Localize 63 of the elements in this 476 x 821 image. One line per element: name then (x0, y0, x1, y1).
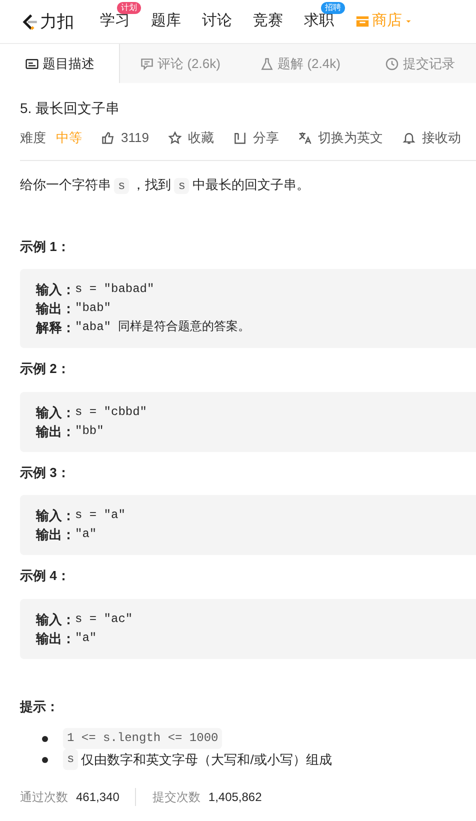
stat-value: 461,340 (76, 789, 120, 806)
stat-label: 通过次数 (20, 789, 68, 806)
example-label: 输出： (36, 422, 75, 440)
example-label: 输入： (36, 610, 75, 628)
store-icon (355, 14, 370, 29)
inline-code: s (174, 178, 190, 194)
logo-text[interactable]: 力扣 (40, 8, 74, 34)
comment-icon (140, 56, 154, 70)
description-text: ，找到 (132, 176, 172, 192)
logo-icon (20, 12, 38, 30)
action-button[interactable]: 分享 (232, 128, 279, 148)
tips-heading: 提示： (20, 698, 60, 716)
description-text: 仅由数字和英文字母（大写和/或小写）组成 (81, 751, 332, 769)
example-label: 输出： (36, 526, 75, 544)
example-value: "bab" (75, 300, 112, 317)
example-value: "aba" 同样是符合题意的答案。 (75, 318, 250, 336)
tab[interactable]: 题目描述 (0, 44, 120, 83)
description-text: 给你一个字符串 (20, 176, 111, 192)
example-label: 输出： (36, 300, 75, 318)
example-value: s = "cbbd" (75, 404, 148, 420)
example-value: s = "ac" (75, 610, 133, 628)
stat-label: 提交次数 (152, 789, 200, 806)
example-heading: 示例 4： (20, 567, 71, 585)
nav-link[interactable]: 讨论 (202, 10, 232, 33)
inline-code: s (114, 178, 130, 194)
example-label: 输入： (36, 281, 75, 299)
nav-badge: 招聘 (321, 2, 345, 14)
example-value: s = "a" (75, 507, 126, 524)
example-value: "a" (75, 630, 97, 646)
example-heading: 示例 2： (20, 360, 71, 378)
action-button[interactable]: 3119 (101, 128, 149, 148)
example-label: 输出： (36, 630, 75, 648)
action-button[interactable]: 接收动 (402, 128, 461, 148)
bullet-icon (42, 756, 48, 762)
example-label: 输入： (36, 404, 75, 422)
problem-title: 5. 最长回文子串 (20, 99, 121, 118)
action-button[interactable]: 切换为英文 (298, 128, 383, 148)
inline-code: s (63, 749, 78, 770)
difficulty-value: 中等 (56, 129, 82, 147)
stat-value: 1,405,862 (208, 789, 262, 806)
bullet-icon (42, 736, 48, 742)
example-value: "bb" (75, 422, 104, 440)
thumbs-up-icon (101, 130, 115, 145)
example-heading: 示例 3： (20, 464, 71, 482)
description-text: 中最长的回文子串。 (192, 176, 310, 192)
star-icon (168, 130, 182, 145)
clock-icon (385, 56, 399, 70)
nav-badge: 计划 (117, 2, 141, 14)
action-button[interactable]: 收藏 (168, 128, 214, 148)
example-label: 输入： (36, 507, 75, 525)
translate-icon (298, 130, 312, 145)
example-value: "a" (75, 526, 97, 543)
bell-icon (402, 130, 416, 145)
flask-icon (260, 56, 274, 70)
difficulty-label: 难度 (20, 129, 46, 147)
example-label: 解释： (36, 319, 75, 337)
example-heading: 示例 1： (20, 238, 71, 256)
inline-code: 1 <= s.length <= 1000 (63, 728, 222, 749)
document-icon (24, 56, 38, 70)
nav-link[interactable]: 题库 (151, 10, 181, 33)
share-icon (232, 130, 247, 145)
example-value: s = "babad" (75, 281, 154, 298)
nav-link[interactable]: 竞赛 (253, 10, 283, 33)
